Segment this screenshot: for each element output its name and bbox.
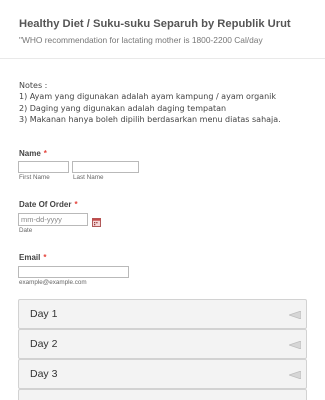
collapse-arrow-icon: [289, 311, 301, 319]
notes-line-2: 2) Daging yang digunakan adalah daging t…: [19, 103, 227, 113]
accordion-day-3[interactable]: Day 3: [18, 359, 307, 389]
email-label: Email *: [19, 253, 46, 262]
form-subtitle: "WHO recommendation for lactating mother…: [19, 35, 263, 45]
last-name-input[interactable]: [72, 161, 139, 173]
date-sublabel: Date: [19, 227, 33, 234]
notes-line-3: 3) Makanan hanya boleh dipilih berdasark…: [19, 114, 281, 124]
accordion-day-label: Day 1: [30, 308, 58, 320]
collapse-arrow-icon: [289, 341, 301, 349]
notes-heading: Notes :: [19, 81, 48, 90]
name-label-text: Name: [19, 149, 41, 158]
date-input[interactable]: mm-dd-yyyy: [18, 213, 88, 226]
last-name-sublabel: Last Name: [73, 174, 104, 181]
first-name-sublabel: First Name: [19, 174, 50, 181]
accordion-day-1[interactable]: Day 1: [18, 299, 307, 329]
calendar-icon[interactable]: [92, 214, 101, 227]
accordion-day-next[interactable]: [18, 389, 307, 400]
notes-block: Notes : 1) Ayam yang digunakan adalah ay…: [19, 80, 281, 125]
name-label: Name *: [19, 149, 47, 158]
required-marker: *: [43, 253, 47, 262]
date-label: Date Of Order *: [19, 200, 78, 209]
date-label-text: Date Of Order: [19, 200, 72, 209]
form-title: Healthy Diet / Suku-suku Separuh by Repu…: [19, 18, 291, 30]
email-sublabel: example@example.com: [19, 279, 87, 286]
email-label-text: Email: [19, 253, 41, 262]
accordion-day-label: Day 3: [30, 368, 58, 380]
required-marker: *: [43, 149, 47, 158]
required-marker: *: [74, 200, 78, 209]
first-name-input[interactable]: [18, 161, 69, 173]
notes-line-1: 1) Ayam yang digunakan adalah ayam kampu…: [19, 92, 276, 102]
email-input[interactable]: [18, 266, 129, 278]
collapse-arrow-icon: [289, 371, 301, 379]
accordion-day-label: Day 2: [30, 338, 58, 350]
header-divider: [0, 58, 325, 59]
accordion-day-2[interactable]: Day 2: [18, 329, 307, 359]
form-page: Healthy Diet / Suku-suku Separuh by Repu…: [0, 0, 325, 400]
